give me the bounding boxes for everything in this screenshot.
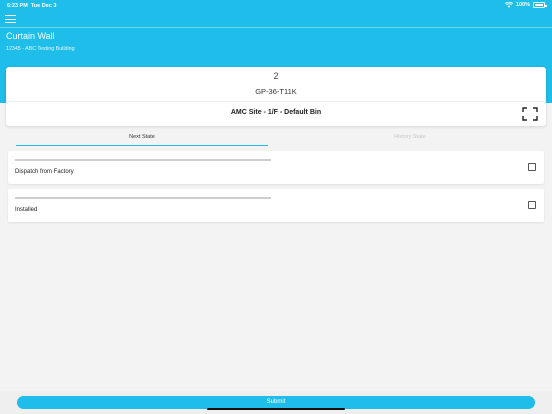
location-label: AMC Site - 1/F - Default Bin — [230, 109, 322, 116]
hamburger-menu-icon[interactable] — [5, 15, 16, 24]
tab-next-state[interactable]: Next State — [16, 134, 268, 146]
status-time: 6:23 PM Tue Dec 3 — [7, 3, 56, 9]
project-subtitle: 12345 - ABC Testing Building — [6, 46, 75, 52]
status-date-text: Tue Dec 3 — [30, 3, 57, 9]
status-time-text: 6:23 PM — [7, 3, 28, 9]
state-checkbox-dispatch[interactable] — [528, 163, 536, 171]
item-card: 2 GP-36-T11K AMC Site - 1/F - Default Bi… — [6, 67, 546, 126]
tab-history-state[interactable]: History State — [284, 134, 536, 146]
state-tabs: Next State History State — [16, 134, 536, 146]
state-checkbox-installed[interactable] — [528, 201, 536, 209]
scan-frame-icon[interactable] — [522, 107, 538, 121]
battery-percent: 100% — [515, 2, 530, 8]
home-indicator — [207, 408, 345, 410]
state-progress-line — [15, 159, 271, 161]
status-indicators: 100% — [504, 2, 547, 8]
header-divider — [0, 27, 552, 28]
page-title: Curtain Wall — [6, 31, 55, 41]
state-item-installed[interactable]: Installed — [8, 189, 544, 222]
state-progress-line — [15, 197, 271, 199]
item-quantity: 2 — [273, 71, 279, 81]
part-number: GP-36-T11K — [255, 87, 297, 96]
wifi-icon — [504, 2, 513, 8]
state-label: Dispatch from Factory — [15, 169, 74, 175]
battery-icon — [533, 2, 547, 8]
state-item-dispatch[interactable]: Dispatch from Factory — [8, 151, 544, 184]
status-bar: 6:23 PM Tue Dec 3 100% — [0, 0, 552, 12]
state-label: Installed — [15, 207, 38, 213]
card-divider — [6, 101, 546, 102]
